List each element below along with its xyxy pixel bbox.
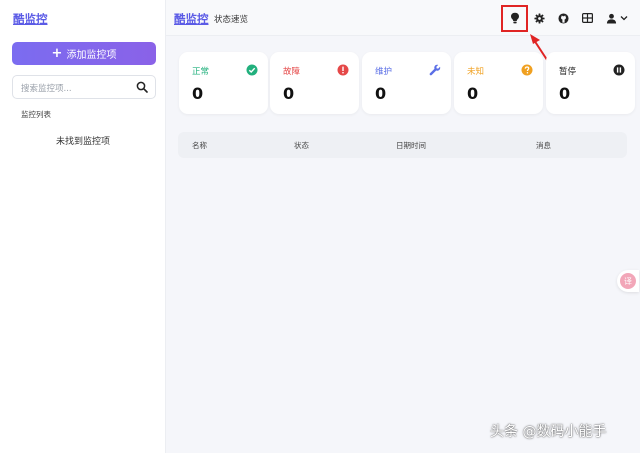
wrench-icon <box>429 64 441 76</box>
column-status: 状态 <box>294 141 309 150</box>
card-label: 未知 <box>467 67 485 77</box>
card-label: 暂停 <box>559 67 577 77</box>
table-header: 名称 状态 日期时间 消息 <box>178 132 627 158</box>
card-value: 0 <box>192 84 204 103</box>
card-label: 故障 <box>283 67 301 77</box>
exclamation-circle-icon <box>337 64 349 76</box>
card-value: 0 <box>467 84 479 103</box>
column-datetime: 日期时间 <box>396 141 426 150</box>
status-card-unknown[interactable]: 未知 0 <box>454 52 543 114</box>
check-circle-icon <box>246 64 258 76</box>
watermark: 头条 @数码小能手 <box>490 424 607 440</box>
status-card-paused[interactable]: 暂停 0 <box>546 52 635 114</box>
question-circle-icon <box>521 64 533 76</box>
card-label: 维护 <box>375 67 393 77</box>
status-card-up[interactable]: 正常 0 <box>179 52 268 114</box>
status-card-down[interactable]: 故障 0 <box>270 52 359 114</box>
card-value: 0 <box>375 84 387 103</box>
status-card-maintenance[interactable]: 维护 0 <box>362 52 451 114</box>
column-name: 名称 <box>192 141 207 150</box>
card-value: 0 <box>283 84 295 103</box>
pause-circle-icon <box>613 64 625 76</box>
translate-icon: 译 <box>620 273 636 289</box>
card-value: 0 <box>559 84 571 103</box>
card-label: 正常 <box>192 67 210 77</box>
floating-translate-button[interactable]: 译 <box>617 270 639 292</box>
column-message: 消息 <box>536 141 551 150</box>
